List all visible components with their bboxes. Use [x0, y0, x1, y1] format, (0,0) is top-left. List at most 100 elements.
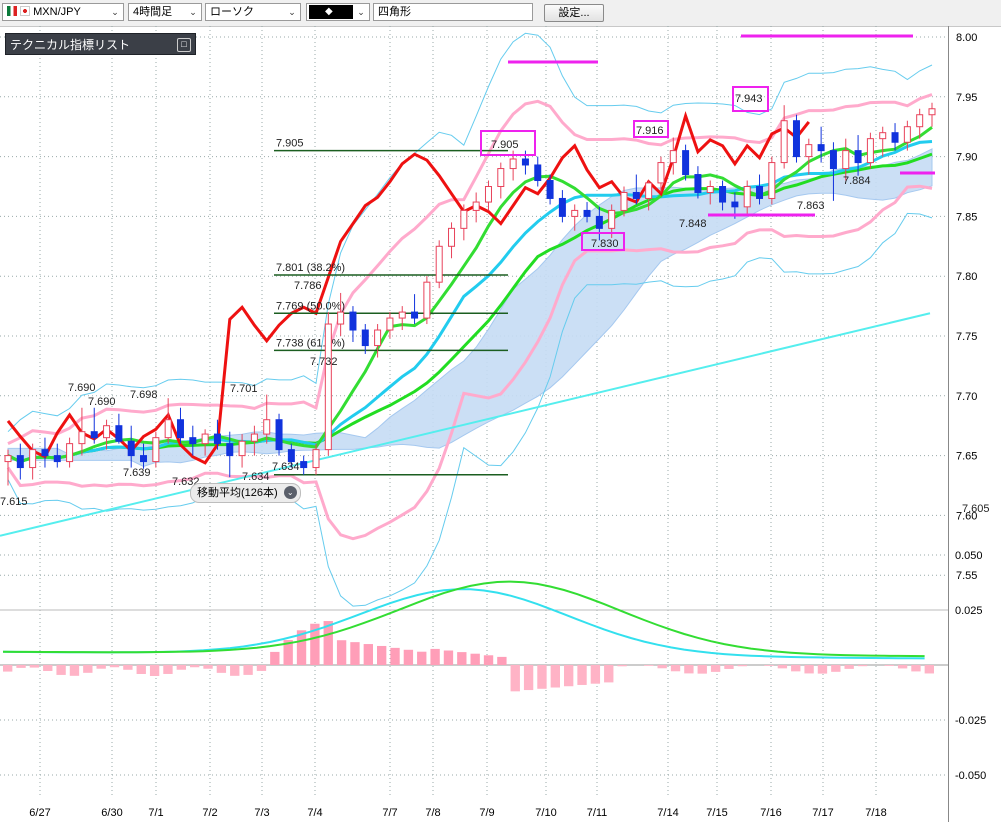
- macd-histogram-bar: [844, 665, 854, 669]
- macd-histogram-bar: [884, 665, 894, 666]
- macd-histogram-bar: [443, 650, 454, 665]
- settings-button[interactable]: 設定...: [544, 4, 604, 22]
- macd-histogram-bar: [83, 665, 93, 673]
- line-weight-select[interactable]: ◆ ⌄: [306, 3, 370, 21]
- candle-body: [632, 191, 640, 199]
- macd-histogram-bar: [69, 665, 80, 676]
- candle-body: [361, 329, 369, 347]
- candle-body: [164, 419, 172, 439]
- candle: [682, 144, 690, 181]
- candle: [928, 102, 936, 127]
- candle-body: [805, 144, 813, 158]
- expand-icon[interactable]: ⌄: [283, 486, 297, 499]
- timeframe-label: 4時間足: [133, 6, 173, 18]
- macd-histogram-bar: [363, 644, 373, 665]
- macd-histogram-bar: [791, 665, 801, 672]
- candle-body: [682, 150, 690, 176]
- candle-body: [448, 227, 456, 247]
- macd-histogram-bar: [430, 648, 440, 665]
- fib-level-label: 7.738 (61.8%): [276, 337, 345, 349]
- candle-body: [398, 311, 406, 319]
- time-tick-label: 7/18: [865, 807, 886, 819]
- candle-body: [792, 120, 800, 158]
- candle: [349, 306, 357, 342]
- price-annotation-label: 7.848: [679, 218, 707, 230]
- time-tick-label: 7/8: [425, 807, 440, 819]
- time-tick-label: 7/3: [254, 807, 269, 819]
- moving-average-label: 移動平均(126本): [197, 487, 278, 499]
- macd-histogram-bar: [270, 651, 280, 665]
- candle-body: [645, 182, 653, 199]
- moving-average-tooltip[interactable]: 移動平均(126本) ⌄: [190, 483, 301, 503]
- candle-body: [891, 132, 899, 143]
- candle-body: [756, 186, 764, 199]
- candle-body: [213, 433, 221, 445]
- price-tick-label: 7.95: [956, 92, 977, 104]
- candle: [78, 407, 86, 456]
- japan-flag-icon: [20, 6, 31, 16]
- macd-histogram-bar: [924, 665, 934, 674]
- time-tick-label: 6/30: [101, 807, 122, 819]
- candle-body: [669, 150, 677, 164]
- price-annotation-label: 7.615: [0, 496, 28, 508]
- macd-line: [2, 588, 925, 660]
- time-tick-label: 7/7: [382, 807, 397, 819]
- candle-body: [337, 311, 345, 325]
- price-annotation-label: 7.690: [88, 396, 116, 408]
- price-annotation-label: 7.863: [797, 200, 825, 212]
- candle: [115, 413, 123, 444]
- macd-histogram-bar: [897, 665, 908, 669]
- price-annotation-label: 7.905: [491, 139, 519, 151]
- macd-histogram-bar: [497, 656, 507, 665]
- timeframe-select[interactable]: 4時間足 ⌄: [128, 3, 202, 21]
- macd-histogram-bar: [417, 651, 427, 665]
- candle-body: [706, 186, 714, 193]
- candle-body: [460, 209, 468, 229]
- candle-body: [829, 150, 837, 170]
- candle: [558, 190, 566, 223]
- chevron-down-icon: ⌄: [288, 7, 296, 17]
- macd-histogram-bar: [403, 649, 414, 665]
- candle-body: [521, 158, 529, 166]
- macd-histogram-bar: [857, 665, 868, 667]
- macd-histogram-bar: [29, 665, 40, 668]
- technical-indicator-list-header[interactable]: テクニカル指標リスト □: [5, 33, 196, 55]
- candle-body: [324, 323, 332, 451]
- currency-pair-select[interactable]: MXN/JPY ⌄: [2, 3, 124, 21]
- candle: [497, 162, 505, 199]
- macd-histogram-bar: [657, 665, 667, 669]
- candle: [66, 437, 74, 468]
- macd-histogram-bar: [523, 665, 534, 691]
- candle-body: [189, 437, 197, 445]
- candle: [275, 413, 283, 456]
- macd-histogram-bar: [243, 665, 253, 675]
- candle-body: [595, 215, 603, 229]
- drawing-shape-field[interactable]: 四角形: [373, 3, 533, 21]
- candle-body: [583, 209, 591, 217]
- candle-body: [903, 126, 911, 143]
- chart-canvas[interactable]: 6/27 6/30 7/1 7/2 7/3 7/4 7/7 7/8 7/9 7/10 7/11 7/1…: [0, 26, 1001, 822]
- candle: [324, 312, 332, 456]
- macd-histogram-bar: [190, 665, 200, 668]
- close-icon[interactable]: □: [177, 38, 191, 52]
- macd-histogram-bar: [644, 665, 654, 666]
- price-tick-label: 7.70: [956, 391, 977, 403]
- candle: [534, 156, 542, 187]
- price-tick-label: 7.55: [956, 570, 977, 582]
- fib-level-label: 7.769 (50.0%): [276, 300, 345, 312]
- price-annotation-label: 7.732: [310, 356, 338, 368]
- candle-body: [558, 197, 566, 217]
- macd-histogram-bar: [710, 665, 721, 672]
- macd-tick-label: -0.025: [955, 715, 986, 727]
- candle-body: [41, 449, 49, 457]
- candle-body: [29, 449, 37, 469]
- price-tick-label: 7.60: [956, 510, 977, 522]
- candle-body: [768, 162, 776, 199]
- chart-kind-select[interactable]: ローソク ⌄: [205, 3, 301, 21]
- candle-body: [620, 191, 628, 211]
- macd-histogram-bar: [457, 652, 467, 665]
- candle: [53, 443, 61, 468]
- price-tick-label: 7.65: [956, 451, 977, 463]
- candle-body: [411, 311, 419, 319]
- candle-body: [90, 431, 98, 439]
